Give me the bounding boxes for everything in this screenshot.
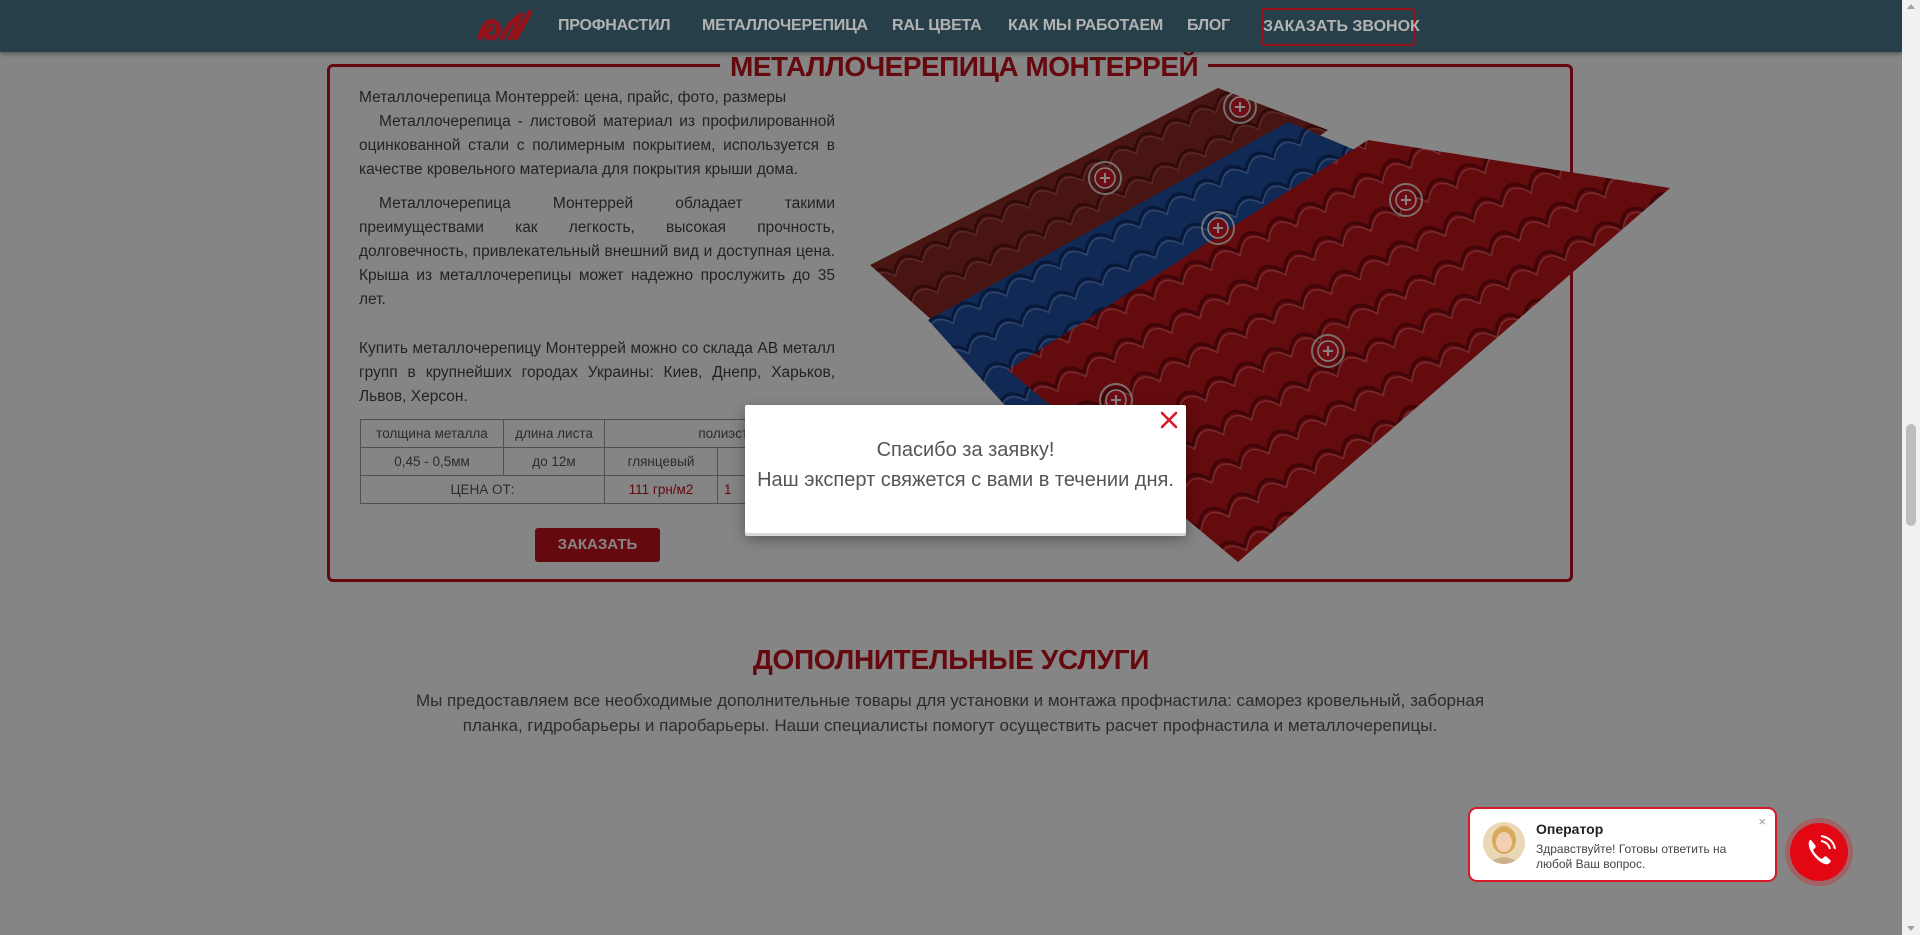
thank-you-modal: Спасибо за заявку! Наш эксперт свяжется … [745, 405, 1186, 533]
operator-avatar [1483, 822, 1525, 864]
close-icon[interactable] [1158, 409, 1180, 431]
chat-message: Здравствуйте! Готовы ответить на любой В… [1536, 842, 1727, 871]
modal-title: Спасибо за заявку! [876, 439, 1055, 461]
call-button[interactable] [1790, 823, 1848, 881]
scroll-up-arrow-icon[interactable] [1907, 4, 1915, 9]
page-scrollbar[interactable] [1902, 0, 1920, 935]
chat-widget[interactable]: Оператор Здравствуйте! Готовы ответить н… [1468, 807, 1777, 882]
chat-close-icon[interactable]: × [1758, 814, 1766, 829]
scroll-down-arrow-icon[interactable] [1907, 926, 1915, 931]
scroll-thumb[interactable] [1906, 424, 1916, 526]
phone-icon [1808, 835, 1836, 865]
modal-message: Наш эксперт свяжется с вами в течении дн… [757, 469, 1174, 491]
modal-backdrop-top [0, 0, 1902, 52]
chat-operator-name: Оператор [1536, 821, 1604, 837]
